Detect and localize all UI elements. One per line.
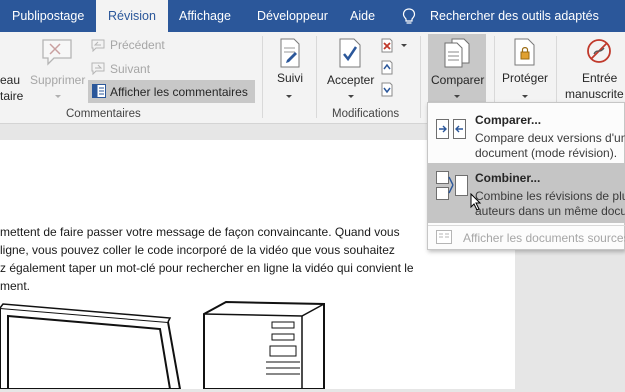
mouse-pointer-icon xyxy=(470,192,482,214)
ribbon-separator xyxy=(420,36,421,118)
ink-input-label-line1[interactable]: Entrée xyxy=(582,71,617,85)
tab-developpeur[interactable]: Développeur xyxy=(257,0,328,32)
new-comment-label-line2[interactable]: taire xyxy=(0,89,23,103)
tab-aide[interactable]: Aide xyxy=(350,0,375,32)
chevron-down-icon xyxy=(286,95,292,98)
compare-description-line2: document (mode révision). xyxy=(475,146,618,160)
compare-icon xyxy=(436,119,466,142)
monitor-illustration[interactable] xyxy=(0,300,190,392)
ribbon-tab-bar: Publipostage Révision Affichage Développ… xyxy=(0,0,625,33)
combine-title: Combiner... xyxy=(475,171,541,185)
ink-input-label-line2[interactable]: manuscrite xyxy=(565,87,624,101)
show-source-documents-label: Afficher les documents sources xyxy=(463,231,625,245)
track-changes-icon xyxy=(278,38,302,71)
new-comment-label-line1[interactable]: eau xyxy=(0,73,20,87)
tab-revision[interactable]: Révision xyxy=(96,0,168,33)
compare-label: Comparer xyxy=(431,73,485,87)
compare-documents-icon xyxy=(444,38,470,71)
compare-title: Comparer... xyxy=(475,113,542,127)
computer-tower-illustration[interactable] xyxy=(200,300,330,392)
ribbon-separator xyxy=(316,36,317,118)
next-change-icon[interactable] xyxy=(380,82,394,100)
protect-button[interactable]: Protéger xyxy=(502,71,548,85)
document-text-line: ment. xyxy=(0,279,31,293)
combine-description-line1: Combine les révisions de plu xyxy=(475,189,625,203)
delete-comment-icon xyxy=(40,38,74,71)
chevron-down-icon xyxy=(348,95,354,98)
previous-comment-icon xyxy=(90,38,106,55)
changes-group-label: Modifications xyxy=(332,108,400,120)
reject-change-icon[interactable] xyxy=(380,38,394,56)
combine-icon xyxy=(436,171,468,204)
previous-comment-button[interactable]: Précédent xyxy=(110,38,165,52)
chevron-down-icon[interactable] xyxy=(401,44,407,47)
tracking-button[interactable]: Suivi xyxy=(277,71,303,85)
ribbon-separator xyxy=(262,36,263,118)
comments-group-label: Commentaires xyxy=(66,108,141,120)
accept-button[interactable]: Accepter xyxy=(327,73,374,87)
ink-input-icon xyxy=(586,38,612,67)
next-comment-button[interactable]: Suivant xyxy=(110,62,150,76)
tab-publipostage[interactable]: Publipostage xyxy=(12,0,84,32)
protect-document-icon xyxy=(513,38,537,69)
menu-item-combine[interactable]: Combiner... Combine les révisions de plu… xyxy=(428,163,625,223)
document-text-line: mettent de faire passer votre message de… xyxy=(0,225,400,239)
chevron-down-icon xyxy=(55,95,61,98)
show-comments-icon xyxy=(92,84,106,101)
compare-dropdown-menu: Comparer... Compare deux versions d'un d… xyxy=(427,102,625,250)
next-comment-icon xyxy=(90,61,106,78)
previous-change-icon[interactable] xyxy=(380,60,394,78)
chevron-down-icon xyxy=(522,95,528,98)
search-tools-label[interactable]: Rechercher des outils adaptés xyxy=(430,0,599,32)
document-text-line: z également taper un mot-clé pour recher… xyxy=(0,261,414,275)
lightbulb-icon[interactable] xyxy=(402,8,416,28)
source-documents-icon xyxy=(436,230,452,247)
compare-description-line1: Compare deux versions d'un xyxy=(475,131,625,145)
menu-item-show-source-documents[interactable]: Afficher les documents sources xyxy=(428,226,625,248)
document-text-line: ligne, vous pouvez coller le code incorp… xyxy=(0,243,395,257)
delete-comment-button[interactable]: Supprimer xyxy=(30,73,85,87)
tab-affichage[interactable]: Affichage xyxy=(179,0,231,32)
show-comments-label: Afficher les commentaires xyxy=(110,85,248,99)
menu-item-compare[interactable]: Comparer... Compare deux versions d'un d… xyxy=(428,105,625,161)
chevron-down-icon xyxy=(454,95,460,98)
combine-description-line2: auteurs dans un même docu xyxy=(475,204,625,218)
accept-change-icon xyxy=(338,38,362,71)
